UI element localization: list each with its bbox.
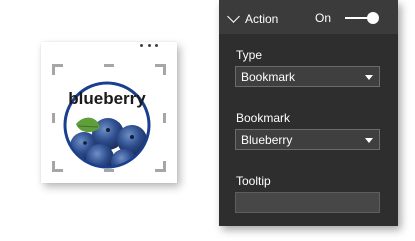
chevron-down-icon[interactable] bbox=[365, 75, 373, 80]
dot bbox=[155, 43, 158, 47]
bookmark-label: Bookmark bbox=[236, 111, 291, 125]
toggle-knob[interactable] bbox=[367, 12, 379, 24]
resize-handle-top[interactable] bbox=[104, 64, 114, 67]
section-title: Action bbox=[245, 12, 279, 26]
blueberry-image[interactable]: blueberry bbox=[62, 80, 152, 170]
resize-handle-bottom-right[interactable] bbox=[155, 161, 166, 172]
resize-handle-top-left[interactable] bbox=[52, 64, 63, 75]
image-brand-text: blueberry bbox=[68, 89, 146, 108]
chevron-down-icon[interactable] bbox=[365, 138, 373, 143]
type-label: Type bbox=[236, 48, 263, 62]
tooltip-input[interactable] bbox=[235, 192, 380, 213]
resize-handle-right[interactable] bbox=[163, 113, 166, 123]
dot bbox=[140, 43, 143, 47]
action-toggle[interactable] bbox=[345, 12, 379, 24]
type-dropdown[interactable]: Bookmark bbox=[235, 66, 380, 87]
more-options-icon[interactable] bbox=[140, 41, 158, 49]
action-format-pane: Action On Type Bookmark Bookmark Blueber… bbox=[219, 0, 398, 226]
chevron-down-icon[interactable] bbox=[227, 10, 240, 23]
dot bbox=[147, 43, 151, 47]
type-value: Bookmark bbox=[241, 70, 296, 84]
bookmark-dropdown[interactable]: Blueberry bbox=[235, 129, 380, 150]
resize-handle-top-right[interactable] bbox=[155, 64, 166, 75]
bookmark-value: Blueberry bbox=[241, 133, 293, 147]
tooltip-label: Tooltip bbox=[236, 174, 271, 188]
toggle-label: On bbox=[315, 11, 332, 25]
resize-handle-left[interactable] bbox=[52, 113, 55, 123]
action-section-header[interactable]: Action On bbox=[219, 0, 398, 34]
